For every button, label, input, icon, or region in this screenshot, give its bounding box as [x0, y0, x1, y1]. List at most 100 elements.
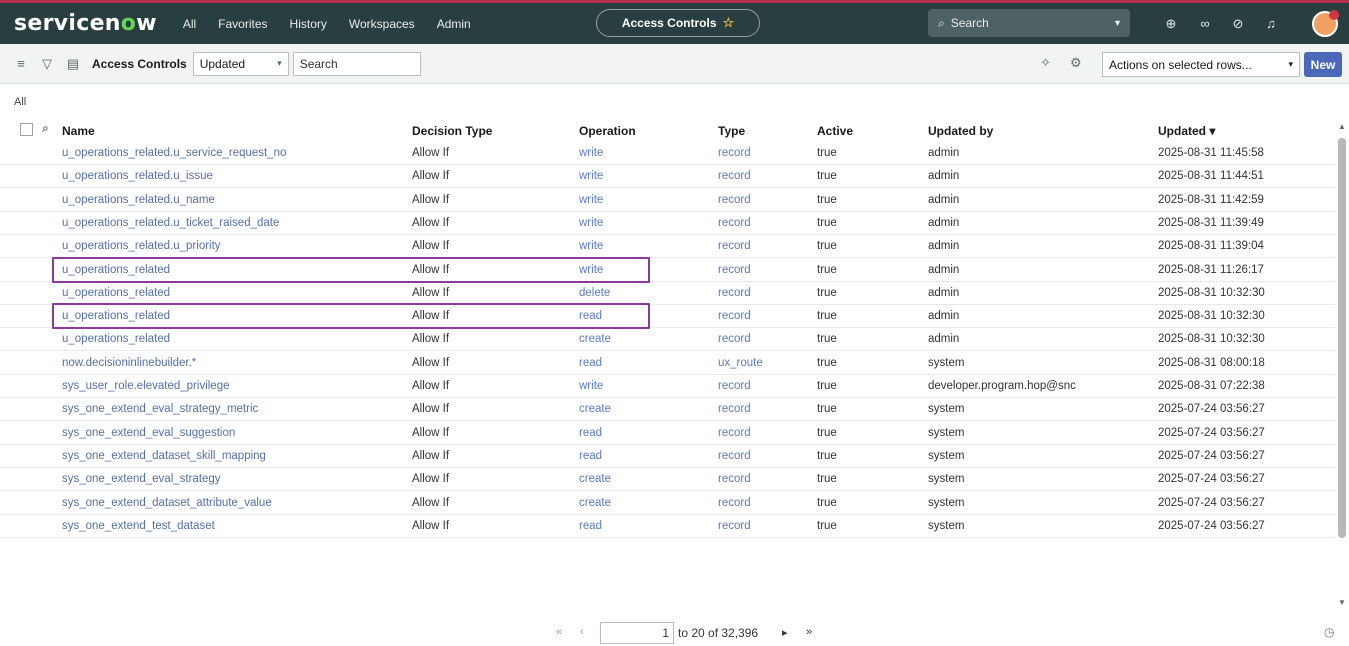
row-operation-cell[interactable]: create	[579, 403, 611, 415]
row-type-cell[interactable]: record	[718, 217, 751, 229]
current-tab-pill[interactable]: Access Controls ☆	[596, 9, 760, 37]
nav-all[interactable]: All	[183, 17, 196, 31]
row-operation-cell[interactable]: write	[579, 380, 603, 392]
col-header-decision-type[interactable]: Decision Type	[412, 124, 492, 138]
row-operation-cell[interactable]: write	[579, 194, 603, 206]
row-operation-cell[interactable]: read	[579, 357, 602, 369]
row-operation-cell[interactable]: create	[579, 333, 611, 345]
scrollbar-thumb[interactable]	[1338, 138, 1346, 538]
settings-gear-icon[interactable]: ⚙	[1070, 55, 1082, 71]
last-page-icon[interactable]: »	[806, 626, 812, 638]
row-name-cell[interactable]: u_operations_related.u_ticket_raised_dat…	[62, 217, 279, 229]
table-row[interactable]: u_operations_related.u_ticket_raised_dat…	[0, 212, 1335, 235]
sparkle-icon[interactable]: ✧	[1040, 55, 1051, 71]
nav-history[interactable]: History	[290, 17, 327, 31]
row-type-cell[interactable]: record	[718, 380, 751, 392]
row-operation-cell[interactable]: create	[579, 473, 611, 485]
row-type-cell[interactable]: record	[718, 287, 751, 299]
row-name-cell[interactable]: now.decisioninlinebuilder.*	[62, 357, 196, 369]
table-row[interactable]: u_operations_related.u_name Allow If write…	[0, 189, 1335, 212]
row-type-cell[interactable]: ux_route	[718, 357, 763, 369]
user-avatar[interactable]	[1312, 10, 1339, 37]
row-type-cell[interactable]: record	[718, 403, 751, 415]
prev-page-icon[interactable]: ‹	[580, 626, 584, 638]
scroll-down-icon[interactable]: ▼	[1338, 598, 1346, 607]
table-scrollbar[interactable]: ▲ ▼	[1335, 122, 1349, 612]
col-header-operation[interactable]: Operation	[579, 124, 636, 138]
list-options-icon[interactable]: ▤	[64, 56, 82, 72]
globe-icon[interactable]: ⊕	[1162, 15, 1180, 33]
row-name-cell[interactable]: sys_one_extend_dataset_attribute_value	[62, 497, 272, 509]
row-type-cell[interactable]: record	[718, 427, 751, 439]
col-header-updated-by[interactable]: Updated by	[928, 124, 993, 138]
servicenow-logo[interactable]: servicenow	[14, 11, 157, 36]
table-row[interactable]: sys_one_extend_dataset_attribute_value Al…	[0, 492, 1335, 515]
next-page-icon[interactable]: ▸	[782, 626, 788, 639]
row-type-cell[interactable]: record	[718, 333, 751, 345]
row-operation-cell[interactable]: read	[579, 427, 602, 439]
row-name-cell[interactable]: u_operations_related.u_issue	[62, 170, 213, 182]
global-search[interactable]: ⌕ Search ▾	[928, 9, 1130, 37]
row-type-cell[interactable]: record	[718, 240, 751, 252]
row-name-cell[interactable]: u_operations_related.u_name	[62, 194, 215, 206]
row-operation-cell[interactable]: create	[579, 497, 611, 509]
table-row[interactable]: now.decisioninlinebuilder.* Allow If read u…	[0, 352, 1335, 375]
col-header-type[interactable]: Type	[718, 124, 745, 138]
new-button[interactable]: New	[1304, 52, 1342, 77]
breadcrumb[interactable]: All	[14, 96, 26, 108]
row-name-cell[interactable]: sys_one_extend_eval_strategy	[62, 473, 221, 485]
table-row[interactable]: sys_one_extend_test_dataset Allow If read r…	[0, 515, 1335, 538]
clock-icon[interactable]: ◷	[1324, 625, 1334, 639]
row-type-cell[interactable]: record	[718, 450, 751, 462]
nav-workspaces[interactable]: Workspaces	[349, 17, 415, 31]
table-row[interactable]: u_operations_related.u_priority Allow If w…	[0, 235, 1335, 259]
notifications-bell-icon[interactable]: ♫	[1262, 15, 1280, 33]
row-operation-cell[interactable]: delete	[579, 287, 610, 299]
table-row[interactable]: sys_one_extend_eval_suggestion Allow If re…	[0, 422, 1335, 445]
row-operation-cell[interactable]: write	[579, 240, 603, 252]
row-name-cell[interactable]: sys_user_role.elevated_privilege	[62, 380, 230, 392]
row-name-cell[interactable]: sys_one_extend_eval_strategy_metric	[62, 403, 258, 415]
table-row[interactable]: u_operations_related.u_service_request_n…	[0, 142, 1335, 165]
scroll-up-icon[interactable]: ▲	[1338, 122, 1346, 131]
row-operation-cell[interactable]: write	[579, 170, 603, 182]
row-operation-cell[interactable]: read	[579, 520, 602, 532]
filter-icon[interactable]: ▽	[38, 56, 56, 72]
page-number-input[interactable]: 1	[600, 622, 674, 644]
row-name-cell[interactable]: u_operations_related.u_service_request_n…	[62, 147, 286, 159]
row-type-cell[interactable]: record	[718, 264, 751, 276]
first-page-icon[interactable]: «	[556, 626, 562, 638]
row-type-cell[interactable]: record	[718, 520, 751, 532]
table-row[interactable]: sys_one_extend_dataset_skill_mapping Allo…	[0, 445, 1335, 468]
table-row[interactable]: u_operations_related Allow If delete record…	[0, 282, 1335, 305]
column-search-icon[interactable]: ⌕	[42, 121, 49, 136]
hamburger-menu-icon[interactable]: ≡	[12, 56, 30, 71]
row-name-cell[interactable]: u_operations_related	[62, 333, 170, 345]
row-operation-cell[interactable]: write	[579, 217, 603, 229]
row-name-cell[interactable]: sys_one_extend_eval_suggestion	[62, 427, 235, 439]
row-type-cell[interactable]: record	[718, 170, 751, 182]
row-name-cell[interactable]: sys_one_extend_test_dataset	[62, 520, 215, 532]
search-field-select[interactable]: Updated ▾	[192, 51, 289, 76]
help-icon[interactable]: ⊘	[1229, 15, 1247, 33]
row-type-cell[interactable]: record	[718, 194, 751, 206]
row-type-cell[interactable]: record	[718, 497, 751, 509]
table-row[interactable]: u_operations_related Allow If create record…	[0, 328, 1335, 352]
row-type-cell[interactable]: record	[718, 147, 751, 159]
col-header-active[interactable]: Active	[817, 124, 853, 138]
col-header-name[interactable]: Name	[62, 124, 95, 138]
table-row[interactable]: sys_user_role.elevated_privilege Allow If…	[0, 375, 1335, 398]
table-row[interactable]: sys_one_extend_eval_strategy_metric Allow…	[0, 398, 1335, 422]
search-dropdown-icon[interactable]: ▾	[1115, 18, 1120, 29]
nav-favorites[interactable]: Favorites	[218, 17, 267, 31]
row-operation-cell[interactable]: write	[579, 147, 603, 159]
row-name-cell[interactable]: u_operations_related	[62, 287, 170, 299]
actions-select[interactable]: Actions on selected rows... ▾	[1102, 52, 1300, 77]
chat-icon[interactable]: ∞	[1196, 15, 1214, 33]
row-type-cell[interactable]: record	[718, 473, 751, 485]
table-row[interactable]: u_operations_related.u_issue Allow If writ…	[0, 165, 1335, 189]
select-all-checkbox[interactable]	[20, 123, 33, 136]
row-name-cell[interactable]: u_operations_related.u_priority	[62, 240, 221, 252]
row-operation-cell[interactable]: read	[579, 450, 602, 462]
favorite-star-icon[interactable]: ☆	[723, 15, 735, 31]
